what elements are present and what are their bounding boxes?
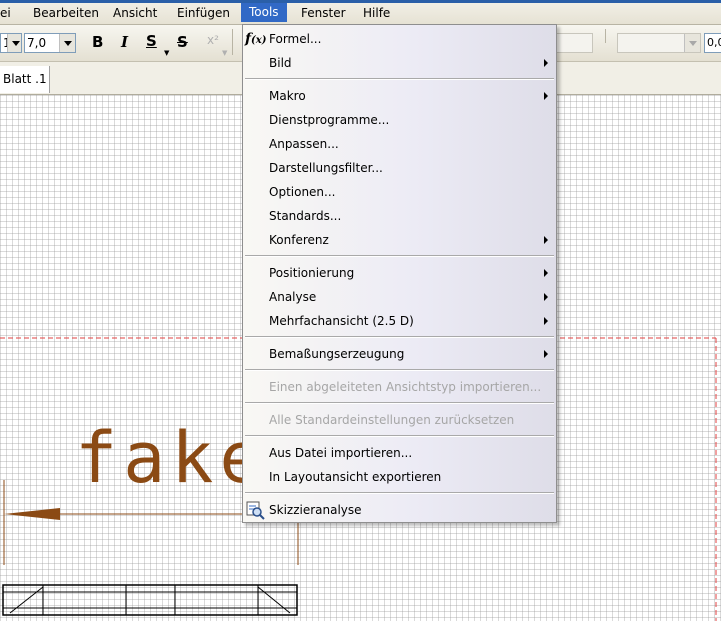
underline-button[interactable]: S	[146, 32, 157, 50]
submenu-arrow-icon	[544, 92, 548, 100]
submenu-arrow-icon	[544, 350, 548, 358]
menu-item-dienstprogramme[interactable]: Dienstprogramme...	[243, 108, 556, 132]
menu-item-standards[interactable]: Standards...	[243, 204, 556, 228]
superscript-button[interactable]: x²	[207, 33, 219, 47]
menu-item-anpassen[interactable]: Anpassen...	[243, 132, 556, 156]
submenu-arrow-icon	[544, 236, 548, 244]
toolbar-divider	[232, 29, 233, 55]
menu-item-skizzieranalyse[interactable]: Skizzieranalyse	[243, 498, 556, 522]
menu-item-label: Formel...	[269, 32, 322, 46]
menu-item-makro[interactable]: Makro	[243, 84, 556, 108]
bold-button[interactable]: B	[92, 33, 103, 51]
menu-item-aus-datei-importieren[interactable]: Aus Datei importieren...	[243, 441, 556, 465]
menu-item-label: In Layoutansicht exportieren	[269, 470, 442, 484]
chevron-down-icon[interactable]: ▼	[164, 49, 169, 57]
value-field[interactable]: 0,0	[704, 33, 721, 53]
menu-tools[interactable]: Tools	[241, 3, 287, 22]
menu-item-layoutansicht-exportieren[interactable]: In Layoutansicht exportieren	[243, 465, 556, 489]
title-bar-edge	[0, 0, 721, 3]
menu-item-label: Aus Datei importieren...	[269, 446, 413, 460]
part-outline[interactable]	[2, 584, 298, 616]
menu-item-analyse[interactable]: Analyse	[243, 285, 556, 309]
menu-item-konferenz[interactable]: Konferenz	[243, 228, 556, 252]
menu-item-label: Bemaßungserzeugung	[269, 347, 405, 361]
chevron-down-icon[interactable]	[7, 34, 21, 52]
font-size-combo[interactable]: 7,0	[24, 33, 76, 53]
submenu-arrow-icon	[544, 317, 548, 325]
menu-separator	[245, 369, 554, 371]
tools-menu: f(x) Formel... Bild Makro Dienstprogramm…	[242, 24, 557, 523]
menu-item-label: Skizzieranalyse	[269, 503, 362, 517]
menu-separator	[245, 402, 554, 404]
submenu-arrow-icon	[544, 269, 548, 277]
menu-separator	[245, 492, 554, 494]
menu-item-label: Einen abgeleiteten Ansichtstyp importier…	[269, 380, 542, 394]
menu-separator	[245, 435, 554, 437]
menu-insert[interactable]: Einfügen	[177, 6, 230, 20]
submenu-arrow-icon	[544, 59, 548, 67]
menu-item-bemassungserzeugung[interactable]: Bemaßungserzeugung	[243, 342, 556, 366]
dimension-arrow-head[interactable]	[4, 508, 60, 520]
menu-item-label: Konferenz	[269, 233, 329, 247]
menu-item-label: Bild	[269, 56, 292, 70]
toolbar-divider	[605, 29, 606, 43]
menu-item-label: Darstellungsfilter...	[269, 161, 383, 175]
chevron-down-icon[interactable]	[59, 34, 75, 52]
chamfer-line	[257, 586, 291, 614]
menu-item-standardeinstellungen-zuruecksetzen[interactable]: Alle Standardeinstellungen zurücksetzen	[243, 408, 556, 432]
menu-item-label: Analyse	[269, 290, 317, 304]
menu-bar: ei Bearbeiten Ansicht Einfügen Tools Fen…	[0, 0, 721, 25]
value-field-text: 0,0	[707, 36, 721, 49]
menu-item-mehrfachansicht[interactable]: Mehrfachansicht (2.5 D)	[243, 309, 556, 333]
italic-button[interactable]: I	[121, 33, 128, 51]
menu-item-label: Makro	[269, 89, 306, 103]
menu-edit[interactable]: Bearbeiten	[33, 6, 99, 20]
chevron-down-icon[interactable]	[684, 34, 700, 52]
menu-help[interactable]: Hilfe	[363, 6, 390, 20]
formula-fx-icon: f(x)	[245, 31, 267, 47]
menu-item-positionierung[interactable]: Positionierung	[243, 261, 556, 285]
menu-item-darstellungsfilter[interactable]: Darstellungsfilter...	[243, 156, 556, 180]
menu-item-bild[interactable]: Bild	[243, 51, 556, 75]
menu-item-formel[interactable]: f(x) Formel...	[243, 27, 556, 51]
menu-item-label: Positionierung	[269, 266, 355, 280]
disabled-combo-2[interactable]	[617, 33, 701, 53]
menu-item-optionen[interactable]: Optionen...	[243, 180, 556, 204]
menu-item-label: Mehrfachansicht (2.5 D)	[269, 314, 414, 328]
menu-window[interactable]: Fenster	[301, 6, 346, 20]
tab-blatt-1[interactable]: Blatt .1	[0, 66, 50, 93]
dimension-text[interactable]: fake	[75, 417, 268, 499]
menu-item-label: Dienstprogramme...	[269, 113, 390, 127]
menu-item-label: Alle Standardeinstellungen zurücksetzen	[269, 413, 515, 427]
menu-item-label: Anpassen...	[269, 137, 339, 151]
font-size-value: 7,0	[27, 36, 47, 50]
menu-file[interactable]: ei	[0, 6, 11, 20]
chevron-down-icon[interactable]: ▼	[222, 49, 227, 57]
menu-separator	[245, 336, 554, 338]
sketch-analysis-icon	[245, 500, 265, 520]
font-combo-left[interactable]: 1	[0, 33, 22, 53]
menu-item-label: Standards...	[269, 209, 342, 223]
strikethrough-button[interactable]: S	[177, 33, 188, 51]
menu-separator	[245, 255, 554, 257]
menu-separator	[245, 78, 554, 80]
menu-item-label: Optionen...	[269, 185, 336, 199]
chamfer-line	[9, 586, 44, 614]
menu-item-ansichtstyp-importieren[interactable]: Einen abgeleiteten Ansichtstyp importier…	[243, 375, 556, 399]
submenu-arrow-icon	[544, 293, 548, 301]
menu-view[interactable]: Ansicht	[113, 6, 157, 20]
